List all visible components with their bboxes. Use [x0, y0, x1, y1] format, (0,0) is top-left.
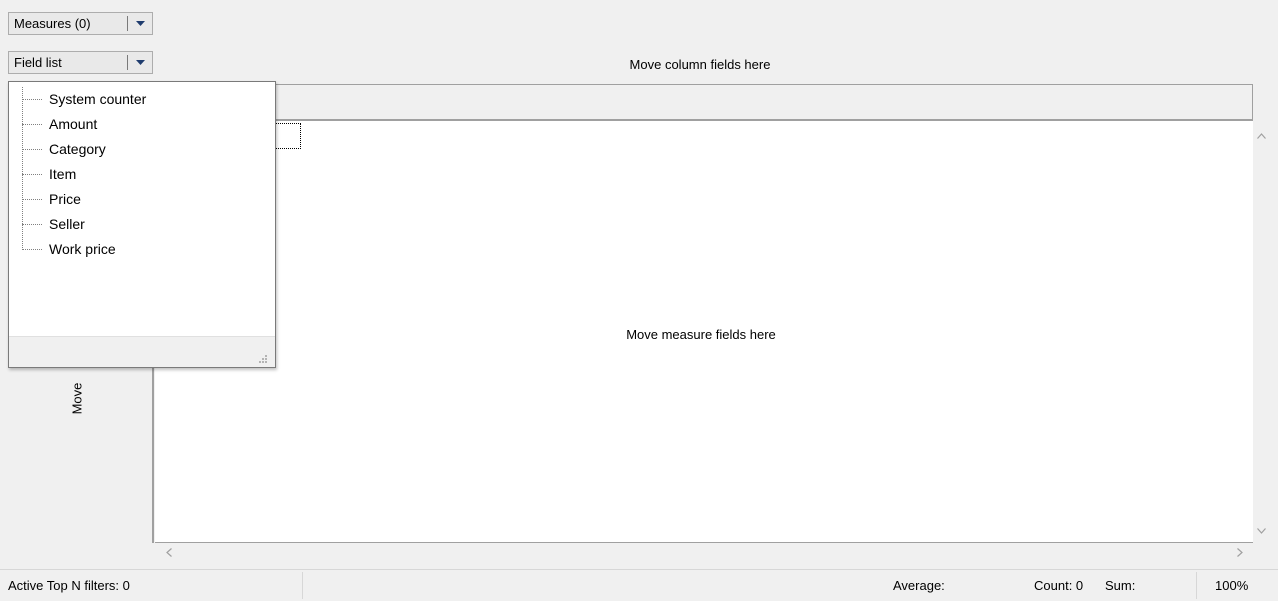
status-sum: Sum: — [1105, 578, 1136, 593]
status-count: Count: 0 — [1034, 578, 1084, 593]
field-item-label: Work price — [49, 241, 116, 257]
tree-connector — [22, 174, 42, 175]
tree-connector — [22, 149, 42, 150]
chevron-right-icon[interactable] — [1231, 544, 1248, 561]
tree-connector — [22, 124, 42, 125]
row-zone-label: Move — [69, 382, 85, 414]
row-zone-label-wrapper: Move — [62, 368, 92, 428]
tree-connector — [22, 199, 42, 200]
field-item-amount[interactable]: Amount — [9, 112, 275, 137]
tree-connector — [22, 224, 42, 225]
measure-fields-drop-zone[interactable]: Move measure fields here — [153, 121, 1253, 543]
resize-grip-icon[interactable] — [258, 352, 268, 363]
field-item-label: Amount — [49, 116, 98, 132]
chevron-left-icon[interactable] — [160, 544, 177, 561]
status-bar: Active Top N filters: 0 Average: Count: … — [0, 569, 1278, 601]
field-list-dropdown-button[interactable]: Field list — [8, 51, 153, 74]
popup-footer — [9, 336, 275, 367]
chevron-up-icon[interactable] — [1253, 127, 1270, 144]
measure-zone-label: Move measure fields here — [626, 327, 776, 342]
tree-connector — [22, 249, 42, 250]
field-list-popup: System counter Amount Category Item Pric… — [8, 81, 276, 368]
field-item-work-price[interactable]: Work price — [9, 237, 275, 262]
column-header-bar — [153, 84, 1253, 121]
field-item-seller[interactable]: Seller — [9, 212, 275, 237]
chevron-down-icon[interactable] — [1253, 522, 1270, 539]
field-item-item[interactable]: Item — [9, 162, 275, 187]
horizontal-scrollbar[interactable] — [155, 544, 1253, 561]
measures-label: Measures (0) — [14, 16, 91, 31]
tree-connector — [22, 99, 42, 100]
measures-dropdown-button[interactable]: Measures (0) — [8, 12, 153, 35]
status-divider — [302, 572, 303, 599]
field-item-price[interactable]: Price — [9, 187, 275, 212]
vertical-scrollbar[interactable] — [1253, 121, 1270, 543]
field-item-label: Category — [49, 141, 106, 157]
status-top-n-filters: Active Top N filters: 0 — [8, 578, 130, 593]
field-item-label: System counter — [49, 91, 147, 107]
field-item-label: Price — [49, 191, 81, 207]
pivot-grid-window: Measures (0) Field list Move column fiel… — [0, 0, 1278, 601]
field-item-label: Item — [49, 166, 77, 182]
chevron-down-icon[interactable] — [128, 13, 152, 34]
chevron-down-icon[interactable] — [128, 52, 152, 73]
status-divider — [1196, 572, 1197, 599]
field-list-label: Field list — [14, 55, 62, 70]
column-fields-drop-zone[interactable]: Move column fields here — [560, 57, 840, 72]
status-zoom-level[interactable]: 100% — [1215, 570, 1248, 601]
field-item-label: Seller — [49, 216, 85, 232]
field-item-system-counter[interactable]: System counter — [9, 87, 275, 112]
field-item-category[interactable]: Category — [9, 137, 275, 162]
field-list: System counter Amount Category Item Pric… — [9, 82, 275, 262]
status-average: Average: — [893, 578, 945, 593]
